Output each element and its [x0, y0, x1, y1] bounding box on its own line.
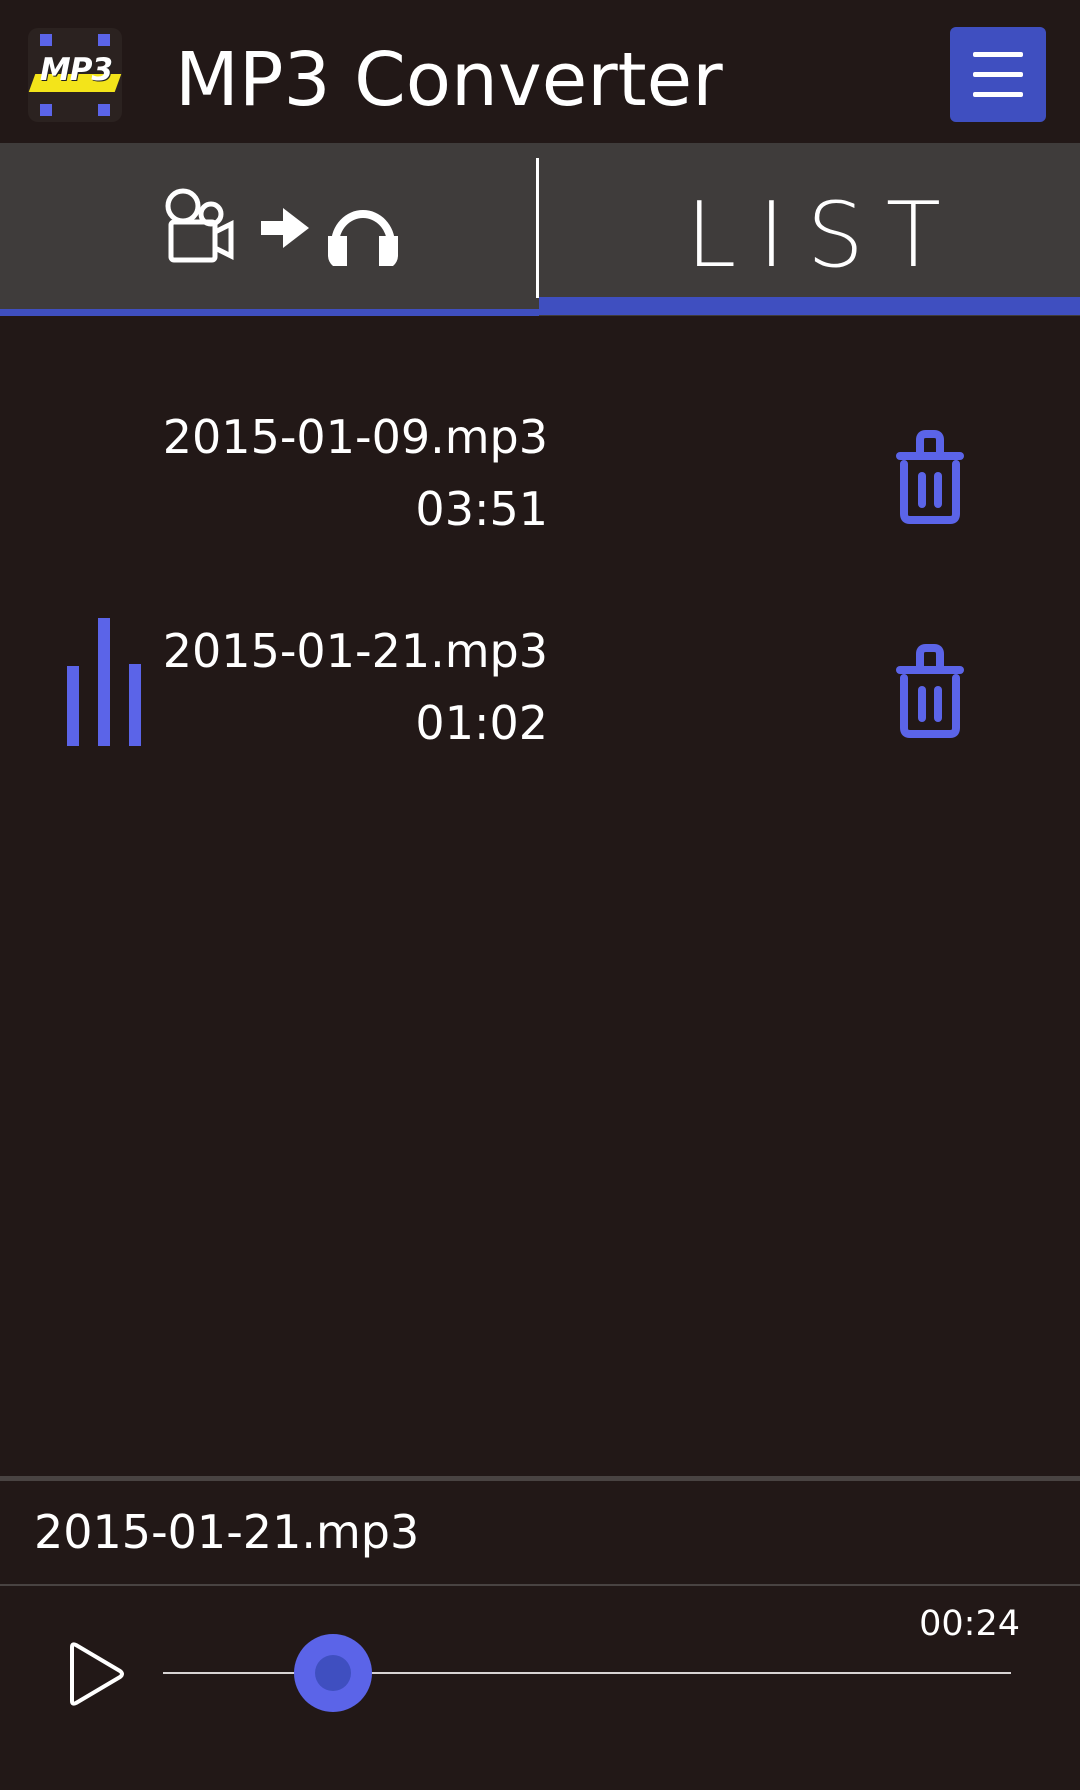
app-header: MP3 MP3 Converter	[0, 0, 1080, 143]
tab-list[interactable]: LIST	[539, 143, 1080, 316]
seek-bar[interactable]	[163, 1672, 1011, 1674]
tab-bar: LIST	[0, 143, 1080, 316]
file-name: 2015-01-09.mp3	[162, 410, 548, 464]
hamburger-menu-icon	[973, 92, 1023, 97]
trash-icon	[896, 644, 964, 738]
logo-film-dot	[98, 34, 110, 46]
arrow-right-icon	[261, 208, 309, 248]
logo-film-dot	[98, 104, 110, 116]
elapsed-time: 00:24	[919, 1604, 1020, 1644]
play-button[interactable]	[66, 1641, 126, 1707]
hamburger-menu-icon	[973, 52, 1023, 57]
delete-button[interactable]	[890, 642, 970, 742]
now-playing-equalizer-icon	[67, 618, 143, 746]
play-icon	[70, 1642, 124, 1706]
now-playing-title: 2015-01-21.mp3	[34, 1505, 420, 1559]
list-item[interactable]: 2015-01-09.mp3 03:51	[0, 340, 1080, 540]
seek-thumb-center	[314, 1655, 351, 1691]
logo-film-dot	[40, 34, 52, 46]
hamburger-menu-icon	[973, 72, 1023, 77]
tab-active-indicator	[539, 297, 1080, 315]
trash-icon	[896, 430, 964, 524]
convert-tab-icons	[165, 188, 398, 266]
player-divider	[0, 1584, 1080, 1586]
app-root: MP3 MP3 Converter LIST 2015-01-09.mp3 03…	[0, 0, 1080, 1790]
seek-thumb[interactable]	[293, 1634, 372, 1712]
logo-text: MP3	[39, 52, 113, 88]
list-item[interactable]: 2015-01-21.mp3 01:02	[0, 554, 1080, 754]
headphones-icon	[328, 210, 398, 266]
equalizer-bar	[98, 618, 110, 746]
app-logo: MP3	[28, 28, 122, 122]
tab-convert[interactable]	[0, 143, 537, 316]
logo-film-dot	[40, 104, 52, 116]
file-name: 2015-01-21.mp3	[162, 624, 548, 678]
equalizer-bar	[67, 666, 79, 746]
delete-button[interactable]	[890, 428, 970, 528]
tab-underline	[0, 309, 539, 316]
app-title: MP3 Converter	[175, 37, 723, 123]
video-camera-icon	[165, 188, 234, 263]
file-duration: 03:51	[415, 482, 548, 536]
tab-list-label: LIST	[686, 183, 963, 288]
file-duration: 01:02	[415, 696, 548, 750]
player-divider	[0, 1476, 1080, 1481]
equalizer-bar	[129, 664, 141, 746]
menu-button[interactable]	[950, 27, 1046, 122]
